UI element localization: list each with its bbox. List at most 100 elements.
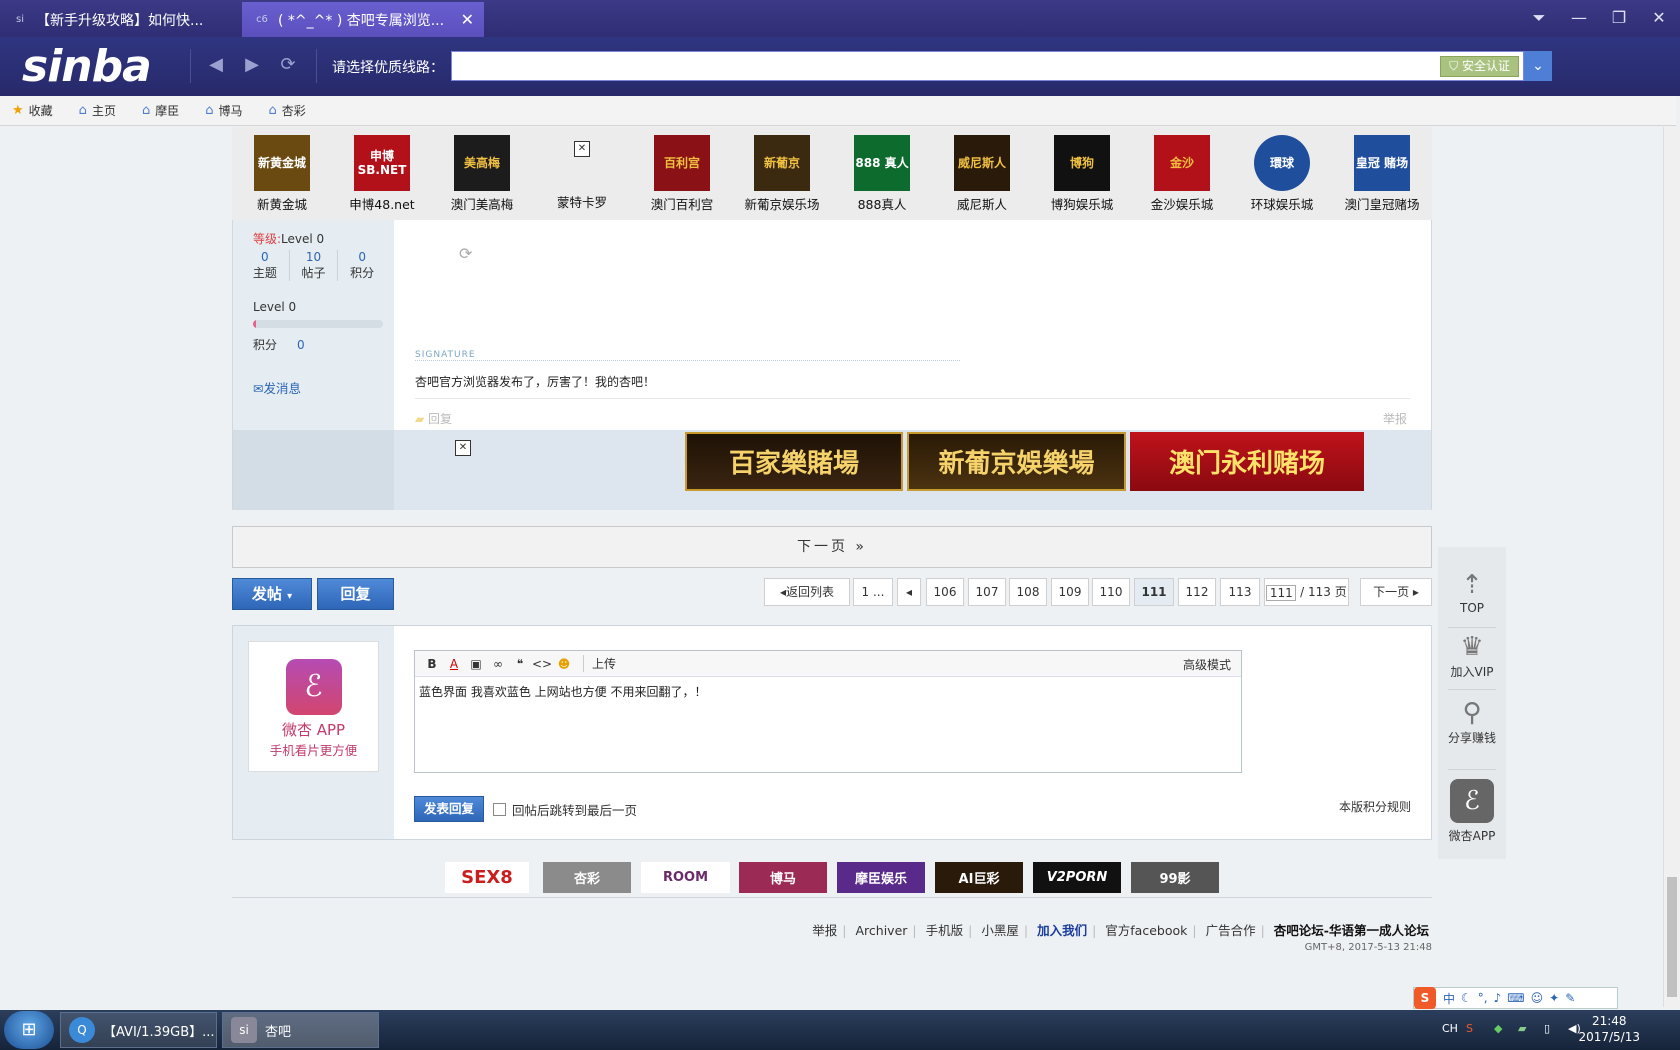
network-icon[interactable]: ▯ [1544,1022,1550,1035]
shirt-icon[interactable]: ✦ [1549,991,1559,1005]
casino-ad[interactable]: 環球 环球娱乐城 [1232,127,1332,220]
send-message-link[interactable]: ✉发消息 [253,378,301,397]
moon-icon[interactable]: ☾ [1461,991,1472,1005]
wrench-icon[interactable]: ✎ [1565,991,1575,1005]
report-link[interactable]: 举报 [1383,410,1407,427]
partner-logo[interactable]: 博马 [739,862,827,893]
footer-link-archiver[interactable]: Archiver [856,923,908,938]
casino-ad[interactable]: 皇冠 赌场 澳门皇冠赌场 [1332,127,1432,220]
ime-mode[interactable]: 中 [1443,990,1455,1007]
minimize-icon[interactable]: — [1562,6,1596,30]
footer-brand-link[interactable]: 杏吧论坛-华语第一成人论坛 [1274,923,1429,938]
favorite-mochen[interactable]: ⌂ 摩臣 [142,102,179,119]
address-dropdown-icon[interactable]: ⌄ [1524,51,1552,81]
favorite-collect[interactable]: ★ 收藏 [12,102,53,119]
menu-dropdown-icon[interactable]: ⏷ [1522,6,1556,30]
microphone-icon[interactable]: ♪ [1494,991,1502,1005]
sogou-icon[interactable]: S [1414,987,1436,1009]
secure-badge[interactable]: ⛉ 安全认证 [1440,56,1519,77]
casino-ad[interactable]: 金沙 金沙娱乐城 [1132,127,1232,220]
next-page-button[interactable]: 下一页 ▸ [1360,578,1432,606]
address-input[interactable]: ⛉ 安全认证 [451,51,1524,81]
clock[interactable]: 21:48 2017/5/13 [1578,1013,1640,1045]
share-earn-button[interactable]: ⚲ 分享赚钱 [1438,697,1506,746]
prev-page-icon[interactable]: ◂ [897,578,921,606]
language-indicator[interactable]: CH [1442,1022,1458,1035]
stat-points[interactable]: 0 积分 [338,250,386,281]
casino-ad[interactable]: 百利宫 澳门百利宫 [632,127,732,220]
reply-textarea[interactable]: 蓝色界面 我喜欢蓝色 上网站也方便 不用来回翻了，！ [415,677,1241,706]
favorite-home[interactable]: ⌂ 主页 [79,102,116,119]
page-link[interactable]: 107 [968,578,1006,606]
punctuation-icon[interactable]: °, [1478,991,1488,1005]
page-first[interactable]: 1 ... [853,578,893,606]
jump-last-page-checkbox[interactable] [493,803,506,816]
taskbar-item[interactable]: si 杏吧 [222,1012,379,1048]
back-to-top-button[interactable]: ⇡ TOP [1438,569,1506,615]
partner-logo[interactable]: 99影 [1131,862,1219,893]
baccarat-banner[interactable]: 百家樂賭場 [685,432,903,491]
wynn-banner[interactable]: 澳门永利赌场 [1130,432,1364,491]
tab-1[interactable]: si 【新手升级攻略】如何快... [0,2,242,37]
bold-button[interactable]: B [421,657,443,671]
partner-logo[interactable]: ROOM [641,862,730,893]
page-link[interactable]: 109 [1051,578,1089,606]
reply-button[interactable]: 回复 [317,578,394,610]
casino-ad[interactable]: 威尼斯人 威尼斯人 [932,127,1032,220]
casino-ad[interactable]: 新黄金城 新黄金城 [232,127,332,220]
footer-link-facebook[interactable]: 官方facebook [1105,923,1187,938]
stat-topics[interactable]: 0 主题 [241,250,290,281]
partner-logo[interactable]: AI巨彩 [935,862,1023,893]
lisboa-banner[interactable]: 新葡京娛樂場 [907,432,1126,491]
casino-ad[interactable]: 申博 SB.NET 申博48.net [332,127,432,220]
join-vip-button[interactable]: ♛ 加入VIP [1438,631,1506,680]
stat-posts[interactable]: 10 帖子 [290,250,339,281]
page-link[interactable]: 112 [1178,578,1216,606]
partner-logo[interactable]: 杏彩 [543,862,631,893]
page-jump-input[interactable]: 111 [1266,584,1297,601]
points-rules-link[interactable]: 本版积分规则 [1339,798,1411,815]
link-icon[interactable]: ∞ [487,657,509,671]
jump-last-page-option[interactable]: 回帖后跳转到最后一页 [493,800,637,819]
page-link[interactable]: 108 [1009,578,1047,606]
reply-link[interactable]: ▰ 回复 [415,410,452,427]
user-icon[interactable]: ☺ [1531,991,1544,1005]
favorite-boma[interactable]: ⌂ 博马 [205,102,242,119]
partner-logo[interactable]: SEX8 [445,862,529,893]
tray-icon[interactable]: ◆ [1494,1022,1502,1035]
start-button[interactable]: ⊞ [4,1011,54,1049]
partner-logo[interactable]: 摩臣娱乐 [837,862,925,893]
advanced-mode-link[interactable]: 高级模式 [1183,656,1231,673]
close-tab-icon[interactable]: ✕ [461,10,474,29]
close-window-icon[interactable]: ✕ [1642,6,1676,30]
code-icon[interactable]: <> [531,657,553,671]
quote-icon[interactable]: ❝ [509,657,531,671]
sogou-tray-icon[interactable]: S [1466,1022,1473,1035]
taskbar-item[interactable]: Q 【AVI/1.39GB】... [60,1012,217,1048]
vertical-scrollbar[interactable] [1663,127,1680,1007]
back-to-list-button[interactable]: ◂返回列表 [764,578,850,606]
footer-link-mobile[interactable]: 手机版 [926,923,964,938]
footer-link-ads[interactable]: 广告合作 [1206,923,1256,938]
scrollbar-thumb[interactable] [1667,877,1677,997]
next-page-bar[interactable]: 下一页 » [232,526,1432,568]
app-promo[interactable]: ℰ 微杏 APP 手机看片更方便 [248,641,379,772]
footer-link-join[interactable]: 加入我们 [1037,923,1087,938]
nvidia-icon[interactable]: ▰ [1518,1022,1526,1035]
emoji-icon[interactable]: ☻ [553,657,575,671]
refresh-icon[interactable]: ⟳ [276,53,300,77]
submit-reply-button[interactable]: 发表回复 [414,796,484,822]
page-link[interactable]: 106 [926,578,964,606]
footer-link-report[interactable]: 举报 [812,923,837,938]
casino-ad[interactable]: 888 真人 888真人 [832,127,932,220]
forward-icon[interactable]: ▶ [240,53,264,77]
casino-ad[interactable]: 美高梅 澳门美高梅 [432,127,532,220]
upload-button[interactable]: 上传 [583,655,616,672]
new-post-button[interactable]: 发帖 ▾ [232,578,312,610]
page-link[interactable]: 110 [1092,578,1130,606]
partner-logo[interactable]: V2PORN [1033,862,1121,893]
tab-2[interactable]: c6 ( *^_^* ) 杏吧专属浏览... ✕ [242,2,484,37]
app-button[interactable]: ℰ 微杏APP [1438,779,1506,844]
keyboard-icon[interactable]: ⌨ [1507,991,1524,1005]
favorite-xingcai[interactable]: ⌂ 杏彩 [269,102,306,119]
